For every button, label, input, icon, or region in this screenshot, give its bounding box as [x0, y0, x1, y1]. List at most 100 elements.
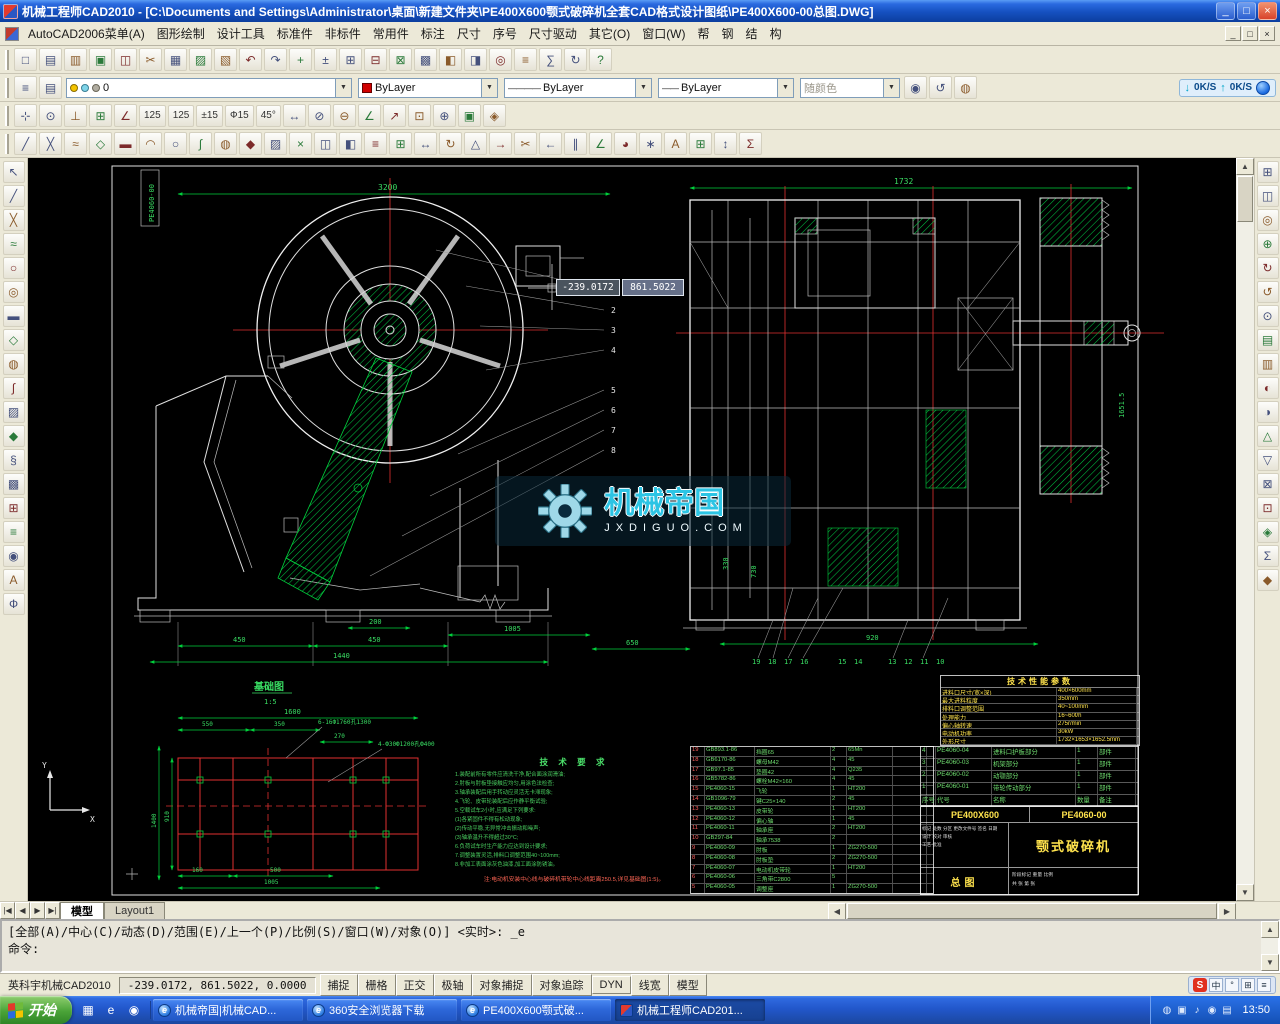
pan-icon[interactable]: + — [289, 48, 312, 71]
minimize-button[interactable]: _ — [1216, 2, 1235, 20]
tray-icon-4[interactable]: ◉ — [1204, 1003, 1219, 1018]
offset-icon[interactable]: ≡ — [364, 132, 387, 155]
sum-icon[interactable]: Σ — [739, 132, 762, 155]
polar-toggle[interactable]: 极轴 — [434, 974, 472, 996]
chevron-down-icon[interactable]: ▼ — [883, 79, 899, 97]
spline-icon[interactable]: ∫ — [3, 377, 25, 399]
toolbar-grip[interactable] — [5, 106, 9, 126]
make-object-layer-icon[interactable]: ◉ — [904, 76, 927, 99]
scroll-up-icon[interactable]: ▲ — [1261, 921, 1279, 938]
menu-window[interactable]: 窗口(W) — [636, 22, 691, 45]
color-select[interactable]: ByLayer ▼ — [358, 78, 498, 98]
menu-help[interactable]: 帮 — [692, 22, 716, 45]
trim-icon[interactable]: ✂ — [514, 132, 537, 155]
layer-properties-icon[interactable]: ≡ — [14, 76, 37, 99]
hatch-icon[interactable]: ▨ — [3, 401, 25, 423]
vertical-scroll-thumb[interactable] — [1237, 176, 1253, 222]
quicklaunch-desktop-icon[interactable]: ▦ — [79, 1001, 97, 1019]
redo-icon[interactable]: ↷ — [264, 48, 287, 71]
rectangle-icon[interactable]: ▬ — [3, 305, 25, 327]
ime-bar[interactable]: S 中 ° ⊞ ≡ — [1188, 976, 1276, 994]
view-front-icon[interactable]: ▥ — [1257, 353, 1279, 375]
calculator-icon[interactable]: ∑ — [539, 48, 562, 71]
command-text[interactable]: [全部(A)/中心(C)/动态(D)/范围(E)/上一个(P)/比例(S)/窗口… — [2, 921, 1261, 971]
tab-last-icon[interactable]: ▶| — [45, 902, 60, 919]
rotate-icon[interactable]: ↻ — [439, 132, 462, 155]
insert-block-icon[interactable]: ◆ — [239, 132, 262, 155]
scale-button-1[interactable]: 125 — [139, 105, 166, 127]
menu-autocad2006[interactable]: AutoCAD2006菜单(A) — [22, 22, 151, 45]
revcloud-icon[interactable]: ◉ — [3, 545, 25, 567]
zoom-center-icon[interactable]: ⊕ — [1257, 233, 1279, 255]
linetype-select[interactable]: ———— ByLayer ▼ — [504, 78, 652, 98]
paste-icon[interactable]: ▨ — [189, 48, 212, 71]
break-icon[interactable]: ∥ — [564, 132, 587, 155]
horizontal-scroll-thumb[interactable] — [847, 903, 1217, 919]
polygon-icon[interactable]: ◇ — [3, 329, 25, 351]
markup-icon[interactable]: ◎ — [489, 48, 512, 71]
tab-first-icon[interactable]: |◀ — [0, 902, 15, 919]
polar-icon[interactable]: ∠ — [114, 104, 137, 127]
mdi-minimize-button[interactable]: _ — [1225, 26, 1241, 41]
zoom-all-icon[interactable]: ⊙ — [1257, 305, 1279, 327]
layer-previous-icon[interactable]: ↺ — [929, 76, 952, 99]
menu-draw[interactable]: 图形绘制 — [151, 22, 211, 45]
dim-radius-icon[interactable]: ⊘ — [308, 104, 331, 127]
ime-keyboard-icon[interactable]: ⊞ — [1241, 978, 1255, 992]
taskbar-task-3[interactable]: e PE400X600颚式破... — [461, 999, 611, 1021]
menu-dimension[interactable]: 尺寸 — [451, 22, 487, 45]
orbit-up-icon[interactable]: △ — [1257, 425, 1279, 447]
block-icon[interactable]: ◆ — [1257, 569, 1279, 591]
tray-icon-3[interactable]: ♪ — [1189, 1003, 1204, 1018]
menu-balloon[interactable]: 序号 — [487, 22, 523, 45]
model-toggle[interactable]: 模型 — [669, 974, 707, 996]
hatch-icon[interactable]: ▨ — [264, 132, 287, 155]
command-scrollbar[interactable]: ▲ ▼ — [1261, 921, 1278, 971]
ortho-mode-icon[interactable]: ⊥ — [64, 104, 87, 127]
layer-states-icon[interactable]: ▤ — [39, 76, 62, 99]
dim-style-icon[interactable]: ◈ — [483, 104, 506, 127]
menu-dim-drive[interactable]: 尺寸驱动 — [523, 22, 583, 45]
zoom-out-icon[interactable]: ↺ — [1257, 281, 1279, 303]
help-icon[interactable]: ? — [589, 48, 612, 71]
zoom-realtime-icon[interactable]: ± — [314, 48, 337, 71]
polyline-icon[interactable]: ≈ — [3, 233, 25, 255]
vertical-scrollbar[interactable]: ▲ ▼ — [1236, 158, 1254, 901]
menu-others[interactable]: 其它(O) — [583, 22, 636, 45]
tab-prev-icon[interactable]: ◀ — [15, 902, 30, 919]
render-icon[interactable]: ◑ — [1257, 401, 1279, 423]
menu-common-parts[interactable]: 常用件 — [367, 22, 415, 45]
horizontal-scrollbar[interactable]: ◀ ▶ — [828, 903, 1236, 919]
zoom-window-icon[interactable]: ⊞ — [1257, 161, 1279, 183]
cut-icon[interactable]: ✂ — [139, 48, 162, 71]
layer-select[interactable]: 0 ▼ — [66, 78, 352, 98]
script-icon[interactable]: ≡ — [514, 48, 537, 71]
dim-diameter-icon[interactable]: ⊖ — [333, 104, 356, 127]
toolbar-grip[interactable] — [5, 78, 9, 98]
tab-model[interactable]: 模型 — [60, 902, 104, 919]
ellipse-icon[interactable]: ◍ — [214, 132, 237, 155]
netspeed-logo-icon[interactable] — [1256, 81, 1270, 95]
region-icon[interactable]: ▩ — [3, 473, 25, 495]
fillet-icon[interactable]: ◕ — [614, 132, 637, 155]
snap-icon[interactable]: ⊹ — [14, 104, 37, 127]
grid-toggle[interactable]: 栅格 — [358, 974, 396, 996]
start-button[interactable]: 开始 — [0, 996, 72, 1024]
tab-next-icon[interactable]: ▶ — [30, 902, 45, 919]
command-prompt[interactable]: 命令: — [8, 941, 1255, 958]
extend-icon[interactable]: ← — [539, 132, 562, 155]
move-icon[interactable]: ↔ — [414, 132, 437, 155]
taskbar-task-2[interactable]: e 360安全浏览器下载 — [307, 999, 457, 1021]
stretch-icon[interactable]: → — [489, 132, 512, 155]
construction-line-icon[interactable]: ╳ — [39, 132, 62, 155]
view-top-icon[interactable]: ▤ — [1257, 329, 1279, 351]
lineweight-select[interactable]: —— ByLayer ▼ — [658, 78, 794, 98]
line-icon[interactable]: ╱ — [3, 185, 25, 207]
orbit-down-icon[interactable]: ▽ — [1257, 449, 1279, 471]
angle-button[interactable]: 45° — [256, 105, 281, 127]
zoom-dynamic-icon[interactable]: ◫ — [1257, 185, 1279, 207]
scroll-down-icon[interactable]: ▼ — [1236, 884, 1254, 901]
ime-logo-icon[interactable]: S — [1193, 978, 1207, 992]
tolerance-icon[interactable]: ⊡ — [408, 104, 431, 127]
erase-icon[interactable]: × — [289, 132, 312, 155]
